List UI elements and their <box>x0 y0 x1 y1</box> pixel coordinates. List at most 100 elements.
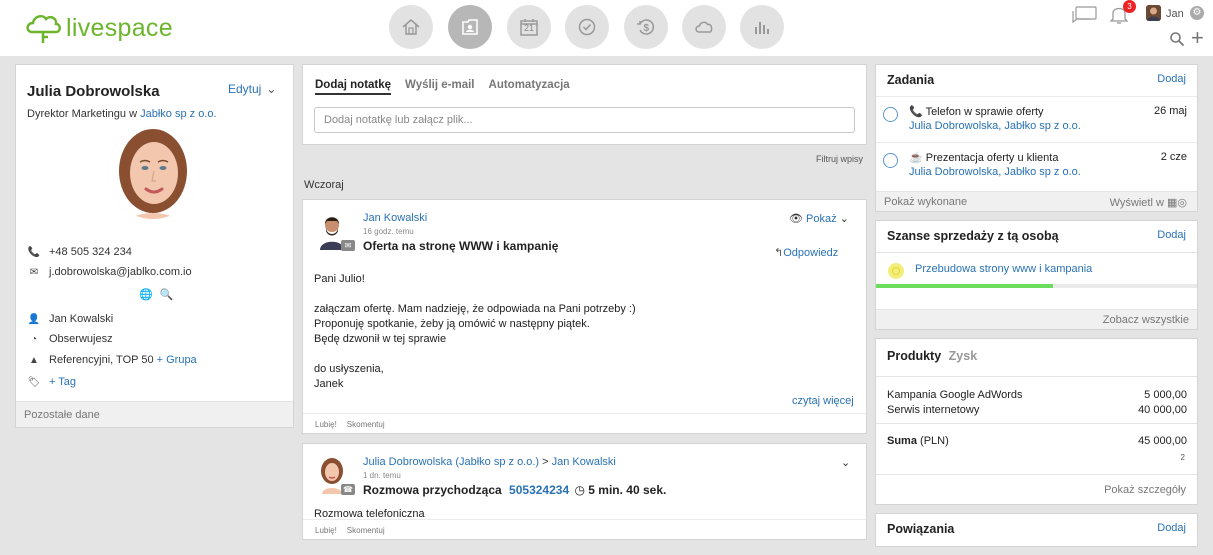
product-details-link[interactable]: Pokaż szczegóły <box>876 474 1197 504</box>
calendar-icon: ▦ <box>1166 197 1178 209</box>
add-relation-button[interactable]: Dodaj <box>1157 522 1186 534</box>
task-person-link[interactable]: Julia Dobrowolska <box>909 166 998 178</box>
sum-value: 45 000,00 <box>1138 435 1187 447</box>
relations-panel: Powiązania Dodaj <box>875 513 1198 547</box>
task-date: 26 maj <box>1153 105 1187 117</box>
watch-row[interactable]: ◔ Obserwujesz <box>27 333 113 345</box>
post-author[interactable]: Jan Kowalski <box>363 212 427 224</box>
show-in-link[interactable]: Wyświetl w ▦◎ <box>1110 196 1187 209</box>
reply-button[interactable]: ↰Odpowiedz <box>774 246 838 259</box>
nav-cloud[interactable] <box>682 5 726 49</box>
task-checkbox[interactable] <box>883 153 898 168</box>
deals-icon: $ <box>637 19 655 35</box>
sum-row: Suma (PLN) 45 000,00 <box>887 435 1187 447</box>
deal-link[interactable]: Przebudowa strony www i kampania <box>915 263 1092 275</box>
nav-reports[interactable] <box>740 5 784 49</box>
notification-badge: 3 <box>1123 0 1136 13</box>
comment-link[interactable]: Skomentuj <box>347 420 385 429</box>
product-row: Serwis internetowy 40 000,00 <box>887 404 1187 416</box>
body-line: Pani Julio! <box>314 273 365 285</box>
show-label: Pokaż <box>806 213 837 225</box>
contacts-icon <box>462 19 478 35</box>
user-icon: 👤 <box>27 313 41 325</box>
arrow-sep: > <box>542 456 549 468</box>
like-link[interactable]: Lubię! <box>315 526 337 535</box>
globe-icon[interactable]: 🌐 <box>139 289 153 301</box>
task-item[interactable]: ☕ Prezentacja oferty u klienta Julia Dob… <box>876 142 1197 188</box>
task-person: Julia Dobrowolska, Jabłko sp z o.o. <box>909 166 1081 178</box>
edit-button[interactable]: Edytuj ⌄ <box>228 82 276 96</box>
task-title: ☕ Prezentacja oferty u klienta <box>909 151 1058 164</box>
like-link[interactable]: Lubię! <box>315 420 337 429</box>
add-icon[interactable]: + <box>1191 27 1204 49</box>
add-tag-link[interactable]: + Tag <box>49 376 76 388</box>
product-value: 40 000,00 <box>1138 404 1187 416</box>
user-name[interactable]: Jan <box>1166 8 1184 20</box>
show-done-link[interactable]: Pokaż wykonane <box>884 196 967 208</box>
chevron-down-icon[interactable]: ⌄ <box>841 456 850 469</box>
nav-home[interactable] <box>389 5 433 49</box>
author-avatar: ✉ <box>319 212 355 251</box>
tab-products[interactable]: Produkty <box>887 349 941 363</box>
post-actions: Lubię! Skomentuj <box>303 519 866 539</box>
tab-send-email[interactable]: Wyślij e-mail <box>405 79 474 95</box>
nav-tasks[interactable] <box>565 5 609 49</box>
home-icon <box>402 19 420 35</box>
company-link[interactable]: Jabłko sp z o.o. <box>140 108 216 120</box>
task-company-link[interactable]: Jabłko sp z o.o. <box>1004 166 1080 178</box>
filter-entries-link[interactable]: Filtruj wpisy <box>816 154 863 164</box>
search-web-icon[interactable]: 🔍 <box>160 289 174 301</box>
cloud-logo-icon <box>26 14 61 43</box>
see-all-link[interactable]: Zobacz wszystkie <box>876 309 1197 329</box>
task-company-link[interactable]: Jabłko sp z o.o. <box>1004 120 1080 132</box>
relations-title: Powiązania <box>887 522 955 536</box>
contact-panel: Julia Dobrowolska Edytuj ⌄ Dyrektor Marke… <box>15 64 294 428</box>
tab-add-note[interactable]: Dodaj notatkę <box>315 79 392 95</box>
post-subject: Oferta na stronę WWW i kampanię <box>363 239 559 253</box>
body-line: Będę dzwonił w tej sprawie <box>314 333 447 345</box>
user-avatar[interactable] <box>1146 5 1161 21</box>
rss-icon: ◔ <box>30 333 38 345</box>
nav-contacts[interactable] <box>448 5 492 49</box>
nav-deals[interactable]: $ <box>624 5 668 49</box>
show-in-label: Wyświetl w <box>1109 197 1164 209</box>
tab-profit[interactable]: Zysk <box>949 349 978 363</box>
tab-automation[interactable]: Automatyzacja <box>489 79 570 95</box>
cloud-icon <box>695 21 713 33</box>
search-icon[interactable] <box>1169 31 1185 47</box>
call-phone[interactable]: 505324234 <box>509 483 569 497</box>
logo[interactable]: livespace <box>24 8 173 48</box>
eye-icon: 👁 <box>789 213 803 225</box>
body-line <box>314 287 854 302</box>
add-deal-button[interactable]: Dodaj <box>1157 229 1186 241</box>
read-more-link[interactable]: czytaj więcej <box>792 395 854 407</box>
deal-progress <box>876 284 1197 288</box>
comment-link[interactable]: Skomentuj <box>347 526 385 535</box>
call-type: Rozmowa przychodząca <box>363 483 502 497</box>
task-item[interactable]: 📞 Telefon w sprawie oferty Julia Dobrowo… <box>876 96 1197 142</box>
owner-row[interactable]: 👤 Jan Kowalski <box>27 313 113 325</box>
add-task-button[interactable]: Dodaj <box>1157 73 1186 85</box>
coffee-icon: ☕ <box>909 152 923 164</box>
nav-calendar[interactable]: 21 <box>507 5 551 49</box>
tasks-footer: Pokaż wykonane Wyświetl w ▦◎ <box>876 191 1197 211</box>
divider <box>876 252 1197 253</box>
chat-icon[interactable] <box>1071 6 1098 25</box>
task-person-link[interactable]: Julia Dobrowolska <box>909 120 998 132</box>
task-checkbox[interactable] <box>883 107 898 122</box>
callee-link[interactable]: Jan Kowalski <box>552 456 616 468</box>
svg-text:$: $ <box>644 23 650 34</box>
deal-progress-fill <box>876 284 1053 288</box>
post-time: 16 godz. temu <box>363 227 414 236</box>
other-data[interactable]: Pozostałe dane <box>16 401 293 427</box>
add-group-link[interactable]: + Grupa <box>157 354 197 366</box>
show-button[interactable]: 👁 Pokaż ⌄ <box>789 212 849 225</box>
phone-row[interactable]: 📞 +48 505 324 234 <box>27 246 132 258</box>
contact-name: Julia Dobrowolska <box>27 83 160 100</box>
task-date: 2 cze <box>1160 151 1187 163</box>
gear-icon[interactable]: ⚙ <box>1190 6 1204 20</box>
caller-link[interactable]: Julia Dobrowolska (Jabłko sp z o.o.) <box>363 456 539 468</box>
email-row[interactable]: ✉ j.dobrowolska@jablko.com.io <box>27 266 192 278</box>
call-duration: 5 min. 40 sek. <box>588 483 667 497</box>
note-input[interactable]: Dodaj notatkę lub załącz plik... <box>314 107 855 133</box>
